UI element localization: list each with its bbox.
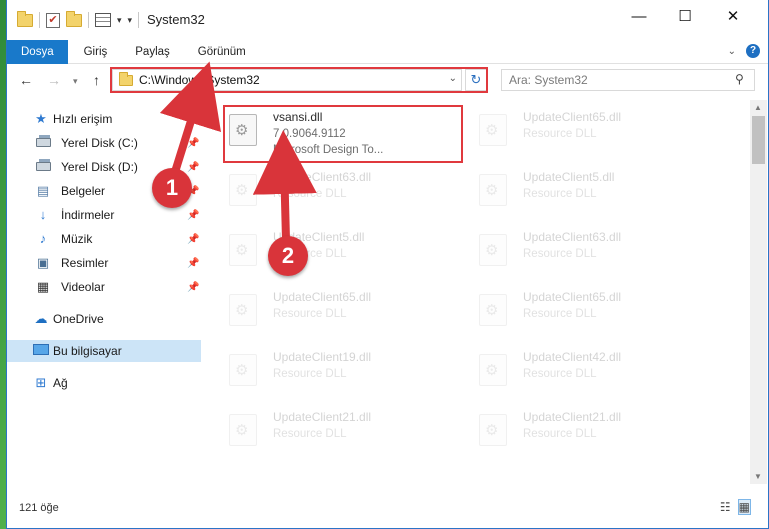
step-1-badge: 1 bbox=[152, 168, 192, 208]
arrow-1 bbox=[159, 61, 221, 174]
arrow-2 bbox=[252, 130, 317, 241]
step-2-badge: 2 bbox=[268, 236, 308, 276]
annotation-arrows bbox=[159, 61, 317, 241]
